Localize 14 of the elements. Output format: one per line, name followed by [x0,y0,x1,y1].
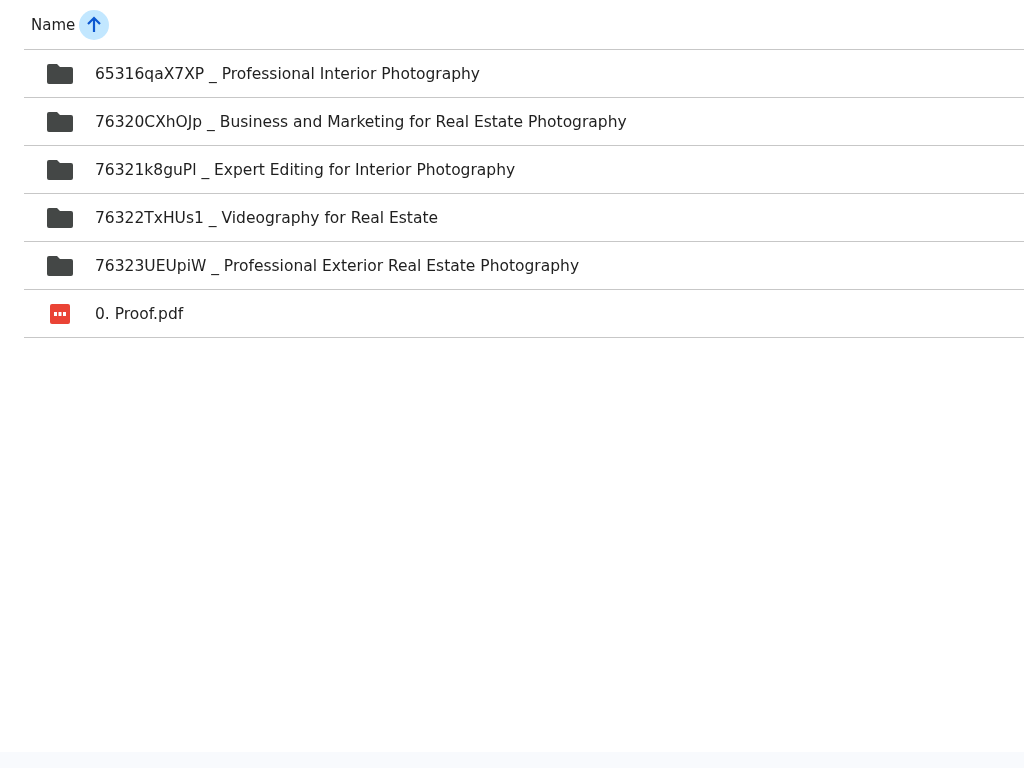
folder-icon [47,159,73,180]
file-name[interactable]: 76321k8guPl _ Expert Editing for Interior Photography [95,160,516,179]
file-name[interactable]: 76323UEUpiW _ Professional Exterior Real Estate Photography [95,256,580,275]
sort-button[interactable] [79,9,110,40]
pdf-icon [50,303,70,324]
file-name[interactable]: 76320CXhOJp _ Business and Marketing for Real Estate Photography [95,112,627,131]
folder-icon [47,63,73,84]
file-name[interactable]: 0. Proof.pdf [95,304,184,323]
folder-icon [47,207,73,228]
folder-icon [47,255,73,276]
file-name[interactable]: 65316qaX7XP _ Professional Interior Photography [95,64,480,83]
file-name[interactable]: 76322TxHUs1 _ Videography for Real Estate [95,208,439,227]
folder-icon [47,111,73,132]
column-header[interactable]: Name [31,15,76,34]
